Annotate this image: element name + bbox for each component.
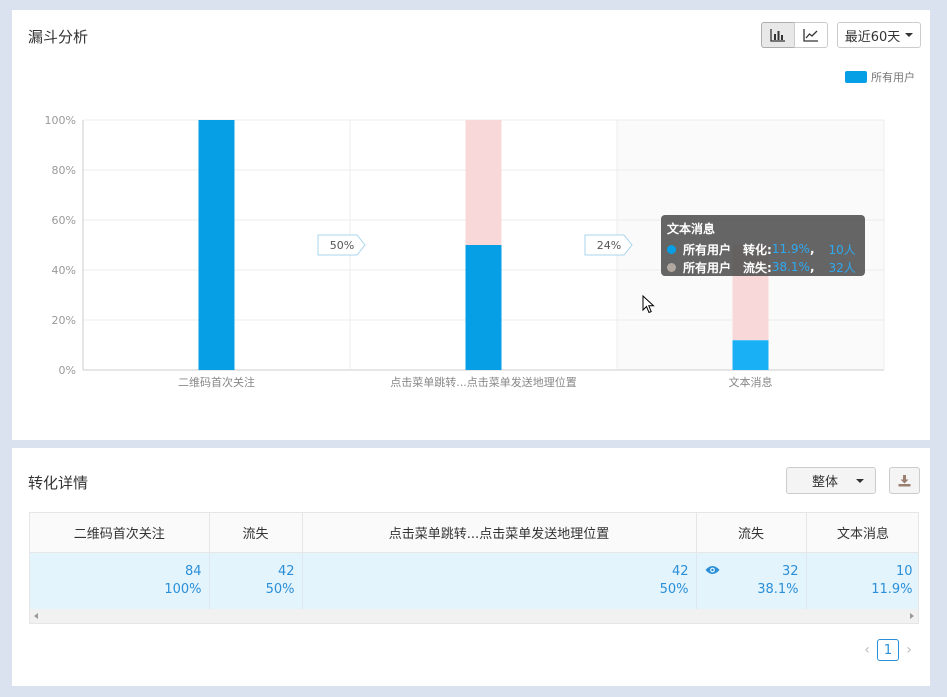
table-cell: 42 50% (209, 552, 303, 609)
tooltip-row-converted: 所有用户 转化: 11.9%, 10人 (667, 240, 859, 258)
details-panel: 转化详情 整体 二维码首次关注 流失 点击菜单跳转...点击菜单发送地理位置 流… (12, 448, 930, 686)
x-category-label: 点击菜单跳转...点击菜单发送地理位置 (390, 375, 577, 389)
series-dot-icon (667, 244, 676, 254)
y-tick-label: 100% (45, 114, 76, 127)
y-tick-label: 20% (52, 314, 76, 327)
tooltip-count: 10人 (828, 242, 856, 257)
pagination: ‹ 1 › (860, 639, 916, 661)
funnel-bar (465, 245, 502, 370)
download-icon (898, 474, 911, 486)
caret-down-icon (856, 479, 864, 483)
details-table-container: 二维码首次关注 流失 点击菜单跳转...点击菜单发送地理位置 流失 文本消息 8… (29, 512, 919, 624)
tooltip-metric: 转化: (743, 242, 772, 257)
chart-tooltip: 文本消息 所有用户 转化: 11.9%, 10人 所有用户 流失: 38.1%,… (661, 215, 865, 276)
table-cell: 32 38.1% (696, 552, 807, 609)
column-header: 二维码首次关注 (30, 513, 210, 553)
scope-dropdown[interactable]: 整体 (786, 467, 876, 494)
y-tick-label: 0% (59, 364, 76, 377)
next-page-icon[interactable]: › (902, 640, 916, 660)
y-tick-label: 40% (52, 264, 76, 277)
page-number-current[interactable]: 1 (877, 639, 899, 661)
column-header: 点击菜单跳转...点击菜单发送地理位置 (302, 513, 697, 553)
series-dot-icon (667, 262, 676, 272)
column-header: 流失 (696, 513, 807, 553)
x-category-label: 二维码首次关注 (178, 375, 255, 389)
horizontal-scrollbar[interactable] (29, 609, 919, 624)
details-title: 转化详情 (28, 474, 89, 492)
tooltip-percent: 38.1% (771, 260, 810, 274)
tooltip-title: 文本消息 (667, 222, 716, 236)
x-category-label: 文本消息 (729, 375, 773, 389)
scroll-right-arrow-icon[interactable] (910, 613, 914, 619)
cell-count: 10 (895, 563, 913, 579)
tooltip-row-lost: 所有用户 流失: 38.1%, 32人 (667, 258, 859, 276)
funnel-lost-bar (465, 120, 502, 245)
conversion-rate-label: 50% (330, 239, 354, 252)
funnel-panel: 漏斗分析 最近60天 所有用户 0% 20% 40% 60% 80% 100% 二维码首次关… (12, 10, 930, 440)
eye-icon[interactable] (705, 565, 720, 575)
cell-percent: 11.9% (871, 581, 913, 597)
download-button[interactable] (889, 467, 920, 494)
cell-count: 84 (184, 563, 202, 579)
table-cell: 10 11.9% (806, 552, 918, 609)
table-header-row: 二维码首次关注 流失 点击菜单跳转...点击菜单发送地理位置 流失 文本消息 (30, 513, 918, 553)
cell-percent: 50% (659, 581, 689, 597)
tooltip-count: 32人 (828, 260, 856, 275)
table-cell: 42 50% (302, 552, 697, 609)
y-tick-label: 60% (52, 214, 76, 227)
conversion-rate-label: 24% (597, 239, 621, 252)
tooltip-percent: 11.9% (771, 242, 810, 256)
column-header: 流失 (209, 513, 303, 553)
table-cell: 84 100% (30, 552, 210, 609)
scroll-left-arrow-icon[interactable] (34, 613, 38, 619)
funnel-bar (732, 340, 769, 370)
column-header: 文本消息 (806, 513, 918, 553)
funnel-bar (198, 120, 235, 370)
tooltip-series: 所有用户 (683, 242, 732, 257)
cell-percent: 100% (164, 581, 202, 597)
cell-count: 42 (671, 563, 689, 579)
prev-page-icon[interactable]: ‹ (860, 640, 874, 660)
scope-label: 整体 (812, 475, 839, 490)
y-tick-label: 80% (52, 164, 76, 177)
details-table: 二维码首次关注 流失 点击菜单跳转...点击菜单发送地理位置 流失 文本消息 8… (30, 513, 918, 609)
cell-count: 42 (277, 563, 295, 579)
cell-percent: 38.1% (757, 581, 799, 597)
cell-percent: 50% (265, 581, 295, 597)
mouse-cursor-icon (642, 295, 655, 314)
table-row: 84 100% 42 50% 42 50% 32 38.1% 10 11.9% (30, 552, 918, 609)
tooltip-series: 所有用户 (683, 260, 732, 275)
tooltip-metric: 流失: (743, 260, 772, 275)
